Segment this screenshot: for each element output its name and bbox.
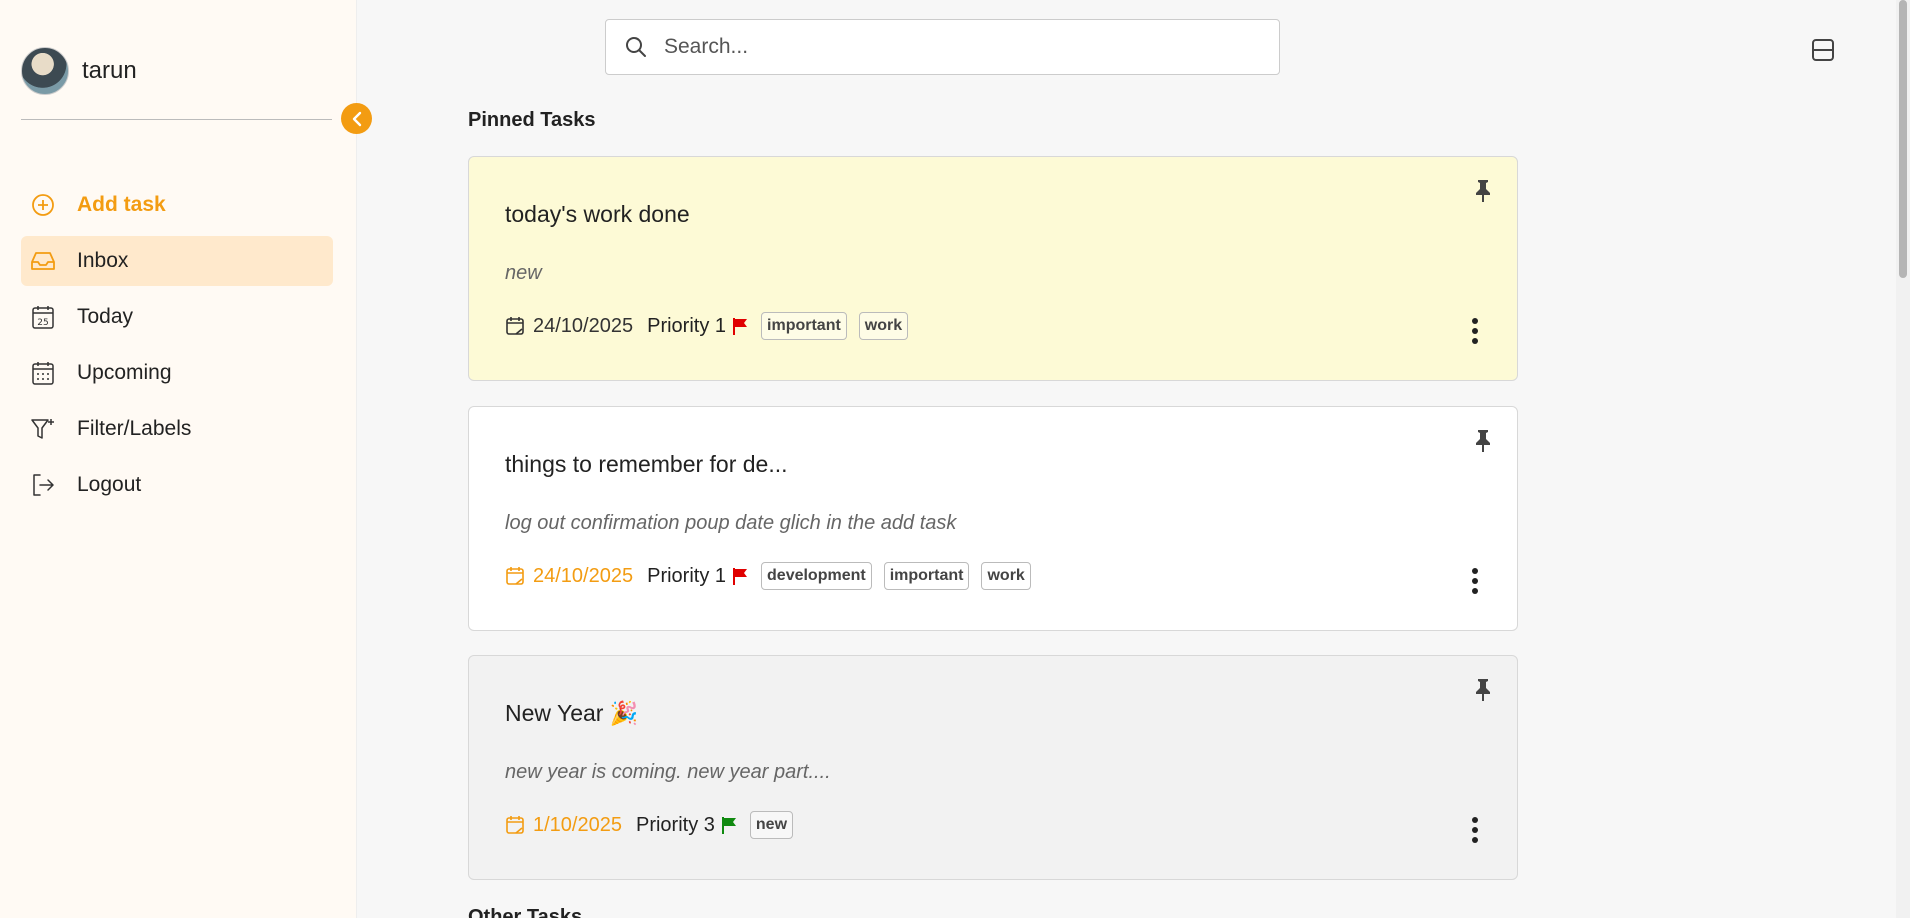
task-due-date: 24/10/2025: [505, 565, 633, 588]
layout-toggle-button[interactable]: [1810, 37, 1836, 63]
sidebar-item-today[interactable]: 25 Today: [21, 292, 333, 342]
other-tasks-heading: Other Tasks: [468, 906, 583, 918]
pin-icon[interactable]: [1473, 429, 1493, 453]
layout-icon: [1812, 39, 1834, 61]
task-tag[interactable]: important: [883, 562, 970, 590]
scrollbar-thumb[interactable]: [1899, 0, 1907, 278]
sidebar-item-label: Today: [77, 305, 134, 328]
task-priority-label: Priority 1: [647, 564, 727, 587]
task-tag[interactable]: important: [761, 312, 847, 340]
pin-icon[interactable]: [1473, 179, 1493, 203]
chevron-left-icon: [352, 111, 361, 126]
task-priority: Priority 3: [636, 814, 738, 837]
calendar-icon: [506, 816, 524, 834]
calendar-icon: [506, 317, 524, 335]
task-priority: Priority 1: [647, 315, 749, 338]
sidebar-item-upcoming[interactable]: Upcoming: [21, 348, 333, 398]
task-meta: 24/10/2025 Priority 1 development importa…: [505, 562, 1031, 590]
task-date-text: 24/10/2025: [533, 564, 634, 587]
task-tag[interactable]: work: [981, 562, 1031, 590]
task-priority: Priority 1: [647, 565, 749, 588]
sidebar-nav: Add task Inbox 25 Today Upcoming Filter/…: [21, 180, 333, 516]
task-date-text: 1/10/2025: [533, 813, 622, 836]
add-task-button[interactable]: Add task: [21, 180, 333, 230]
sidebar-item-filter-labels[interactable]: Filter/Labels: [21, 404, 333, 454]
task-tag[interactable]: new: [749, 811, 794, 839]
more-options-icon[interactable]: [1471, 317, 1479, 345]
task-description: log out confirmation poup date glich in …: [505, 512, 957, 534]
task-card[interactable]: things to remember for de... log out con…: [468, 406, 1518, 631]
flag-icon: [721, 817, 736, 834]
logout-icon: [30, 472, 56, 498]
search-bar[interactable]: [605, 19, 1280, 75]
calendar-today-icon: 25: [30, 304, 56, 330]
task-tag[interactable]: development: [761, 562, 872, 590]
scrollbar[interactable]: [1896, 0, 1910, 918]
task-description: new: [505, 262, 542, 284]
task-card[interactable]: today's work done new 24/10/2025 Priorit…: [468, 156, 1518, 381]
sidebar-item-label: Logout: [77, 473, 142, 496]
inbox-icon: [30, 248, 56, 274]
username: tarun: [82, 57, 137, 84]
plus-circle-icon: [30, 192, 56, 218]
sidebar-item-label: Filter/Labels: [77, 417, 192, 440]
sidebar-divider: [21, 119, 332, 120]
sidebar-item-logout[interactable]: Logout: [21, 460, 333, 510]
more-options-icon[interactable]: [1471, 567, 1479, 595]
task-tag[interactable]: work: [858, 312, 909, 340]
task-title: today's work done: [505, 201, 690, 227]
today-day-number: 25: [37, 318, 48, 328]
add-task-label: Add task: [77, 193, 166, 216]
search-input[interactable]: [664, 35, 1244, 59]
task-title: New Year 🎉: [505, 700, 639, 726]
task-due-date: 24/10/2025: [505, 315, 633, 338]
flag-icon: [733, 568, 748, 585]
task-meta: 24/10/2025 Priority 1 important work: [505, 312, 909, 340]
avatar: [21, 47, 69, 95]
collapse-sidebar-button[interactable]: [341, 103, 372, 134]
sidebar-item-label: Inbox: [77, 249, 129, 272]
calendar-grid-icon: [30, 360, 56, 386]
filter-icon: [30, 416, 56, 442]
task-description: new year is coming. new year part....: [505, 761, 831, 783]
flag-icon: [733, 318, 748, 335]
pin-icon[interactable]: [1473, 678, 1493, 702]
task-date-text: 24/10/2025: [533, 314, 634, 337]
calendar-icon: [506, 567, 524, 585]
task-card[interactable]: New Year 🎉 new year is coming. new year …: [468, 655, 1518, 880]
pinned-tasks-heading: Pinned Tasks: [468, 109, 596, 131]
more-options-icon[interactable]: [1471, 816, 1479, 844]
sidebar-item-label: Upcoming: [77, 361, 172, 384]
task-priority-label: Priority 1: [647, 314, 727, 337]
task-priority-label: Priority 3: [635, 813, 715, 836]
search-icon: [626, 37, 646, 57]
sidebar: tarun Add task Inbox 25 Today Upcoming F…: [0, 0, 357, 918]
user-profile[interactable]: tarun: [21, 47, 137, 95]
task-title: things to remember for de...: [505, 451, 788, 477]
task-due-date: 1/10/2025: [505, 814, 622, 837]
task-meta: 1/10/2025 Priority 3 new: [505, 811, 794, 839]
sidebar-item-inbox[interactable]: Inbox: [21, 236, 333, 286]
